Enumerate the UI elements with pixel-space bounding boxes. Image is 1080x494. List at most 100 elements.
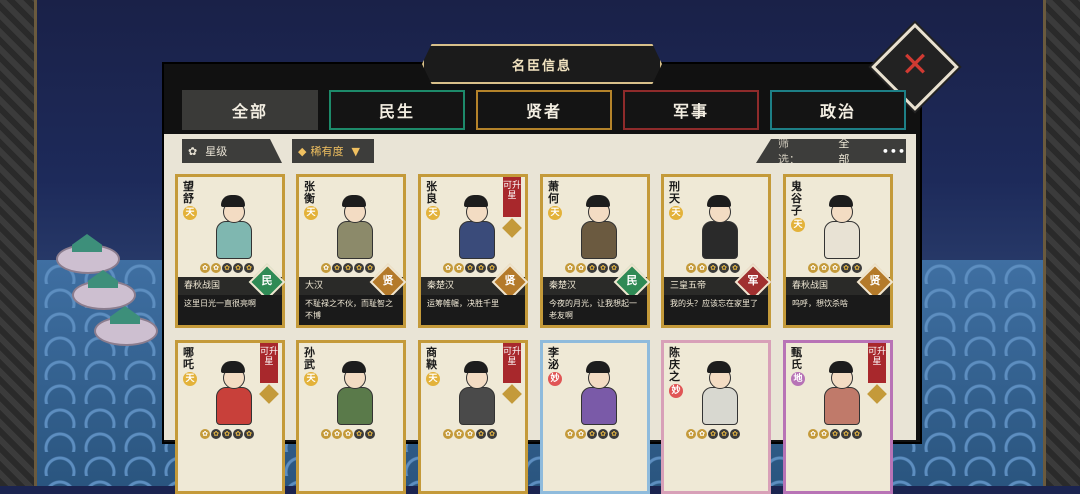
minister-portrait [696,361,742,425]
minister-card[interactable]: 陈庆之妙 ✿ ✿ ✿ ✿ ✿ [661,340,771,494]
sort-rarity-label: 稀有度 [310,145,344,158]
star-rating: ✿ ✿ ✿ ✿ ✿ [565,263,619,273]
rank-badge: 妙 [548,372,562,386]
star-icon: ✿ [244,429,254,439]
diamond-icon [502,218,522,238]
star-icon: ✿ [598,263,608,273]
star-icon: ✿ [343,263,353,273]
minister-card[interactable]: 甄氏地 可升星 ✿ ✿ ✿ ✿ ✿ [783,340,893,494]
star-rating: ✿ ✿ ✿ ✿ ✿ [443,263,497,273]
minister-card[interactable]: 张衡天 ✿ ✿ ✿ ✿ ✿ 大汉贤不耻禄之不伙，而耻智之不博 [296,174,407,328]
star-icon: ✿ [686,263,696,273]
star-icon: ✿ [686,429,696,439]
rank-badge: 妙 [669,384,683,398]
sort-star-label: 星级 [205,145,228,158]
minister-portrait [575,195,621,259]
star-rating: ✿ ✿ ✿ ✿ ✿ [321,263,375,273]
star-icon: ✿ [454,429,464,439]
tab-all[interactable]: 全部 [182,90,318,130]
minister-portrait [210,195,256,259]
star-icon: ✿ [365,263,375,273]
tab-military[interactable]: 军事 [623,90,759,130]
rank-badge: 天 [183,372,197,386]
minister-name: 商鞅 [426,346,437,371]
star-icon: ✿ [476,263,486,273]
close-icon[interactable]: ✕ [898,48,932,82]
star-icon: ✿ [244,263,254,273]
minister-card[interactable]: 萧何天 ✿ ✿ ✿ ✿ ✿ 秦楚汉民今夜的月光，让我想起一老友啊 [540,174,651,328]
minister-portrait [453,195,499,259]
rank-badge: 天 [791,218,805,232]
star-icon: ✿ [697,429,707,439]
rank-badge: 天 [426,372,440,386]
star-icon: ✿ [708,429,718,439]
star-icon: ✿ [354,263,364,273]
star-icon: ✿ [609,429,619,439]
sort-filter-bar: ✿ 星级 ◆ 稀有度 ▼ 筛选： 全部 ••• [182,139,906,165]
star-icon: ✿ [565,263,575,273]
sort-by-rarity-button[interactable]: ◆ 稀有度 ▼ [292,139,374,163]
minister-portrait [453,361,499,425]
category-label: 贤 [504,274,516,287]
star-icon: ✿ [587,429,597,439]
minister-portrait [696,195,742,259]
tab-politics[interactable]: 政治 [770,90,906,130]
filter-control[interactable]: 筛选： 全部 ••• [756,139,906,163]
right-frame-border [1043,0,1080,486]
star-icon: ✿ [576,429,586,439]
sort-by-star-button[interactable]: ✿ 星级 [182,139,282,163]
floating-island [72,270,136,310]
minister-portrait [210,361,256,425]
category-label: 民 [626,274,638,287]
minister-card[interactable]: 望舒天 ✿ ✿ ✿ ✿ ✿ 春秋战国民这里日光一直很亮啊 [175,174,286,328]
minister-card[interactable]: 哪吒天 可升星 ✿ ✿ ✿ ✿ ✿ [175,340,285,494]
star-icon: ✿ [808,263,818,273]
category-label: 贤 [382,274,394,287]
floating-island [94,306,158,346]
star-icon: ✿ [465,263,475,273]
minister-name: 鬼谷子 [791,180,802,217]
minister-name: 哪吒 [183,346,194,371]
rank-badge: 地 [791,372,805,386]
minister-name: 孙武 [304,346,315,371]
more-options-icon[interactable]: ••• [882,145,906,158]
minister-quote: 运筹帷幄，决胜千里 [421,295,525,325]
minister-card[interactable]: 张良天 可升星 ✿ ✿ ✿ ✿ ✿ 秦楚汉贤运筹帷幄，决胜千里 [418,174,529,328]
minister-card[interactable]: 商鞅天 可升星 ✿ ✿ ✿ ✿ ✿ [418,340,528,494]
star-rating: ✿ ✿ ✿ ✿ ✿ [200,263,254,273]
minister-card[interactable]: 孙武天 ✿ ✿ ✿ ✿ ✿ [296,340,406,494]
tab-sage[interactable]: 贤者 [476,90,612,130]
star-rating: ✿ ✿ ✿ ✿ ✿ [686,263,740,273]
rank-badge: 天 [304,206,318,220]
star-rating: ✿ ✿ ✿ ✿ ✿ [808,263,862,273]
rank-badge: 天 [548,206,562,220]
star-icon: ✿ [200,429,210,439]
star-icon: ✿ [819,263,829,273]
star-icon: ✿ [354,429,364,439]
minister-card[interactable]: 刑天天 ✿ ✿ ✿ ✿ ✿ 三皇五帝军我的头？应该忘在家里了 [661,174,772,328]
minister-quote: 这里日光一直很亮啊 [178,295,282,325]
star-icon: ✿ [730,429,740,439]
minister-name: 张衡 [304,180,315,205]
minister-card[interactable]: 李泌妙 ✿ ✿ ✿ ✿ ✿ [540,340,650,494]
star-icon: ✿ [222,263,232,273]
minister-name: 陈庆之 [669,346,680,383]
star-icon: ✿ [576,263,586,273]
minister-quote: 我的头？应该忘在家里了 [664,295,768,325]
star-icon: ✿ [565,429,575,439]
star-icon: ✿ [343,429,353,439]
minister-portrait [331,195,377,259]
star-icon: ✿ [697,263,707,273]
diamond-icon [867,384,887,404]
star-icon: ✿ [321,263,331,273]
minister-card[interactable]: 鬼谷子天 ✿ ✿ ✿ ✿ ✿ 春秋战国贤呜呼，想饮杀啥 [783,174,894,328]
minister-portrait [331,361,377,425]
star-icon: ✿ [465,429,475,439]
star-icon: ✿ [211,263,221,273]
tab-livelihood[interactable]: 民生 [329,90,465,130]
star-icon: ✿ [222,429,232,439]
minister-name: 张良 [426,180,437,205]
star-icon: ✿ [332,263,342,273]
star-icon: ✿ [730,263,740,273]
star-icon: ✿ [476,429,486,439]
